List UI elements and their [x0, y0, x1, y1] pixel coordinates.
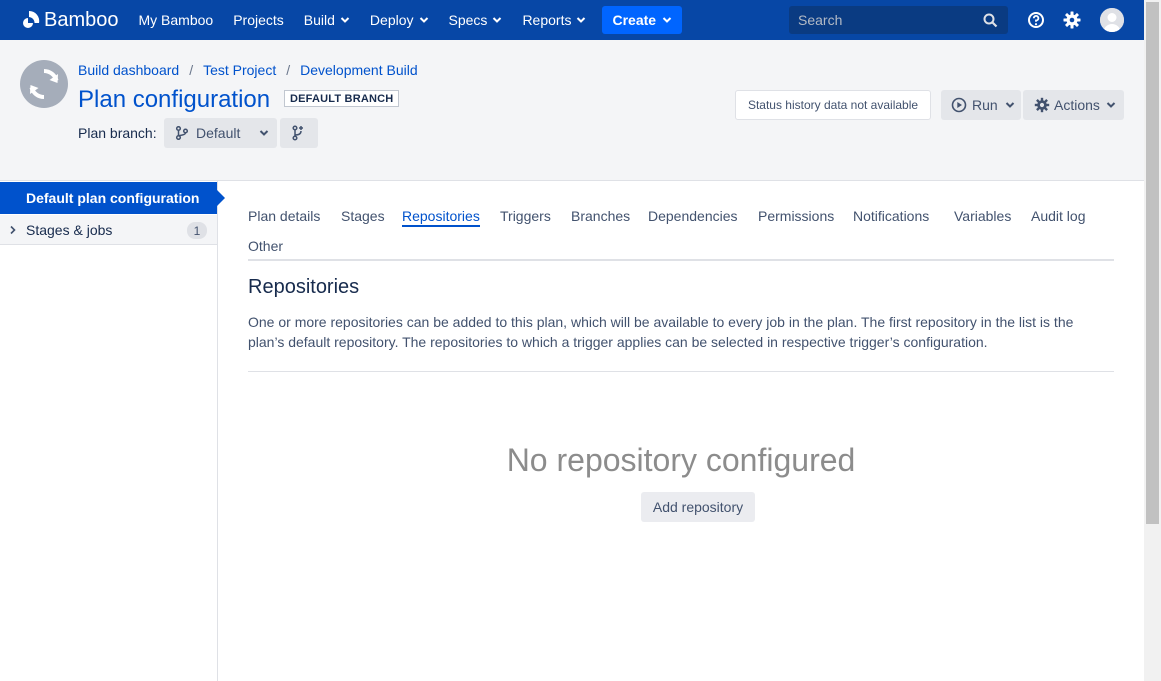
sidebar-item-label: Stages & jobs: [26, 221, 113, 238]
tab-plan-details[interactable]: Plan details: [248, 205, 320, 227]
tab-dependencies[interactable]: Dependencies: [648, 205, 738, 227]
tab-other[interactable]: Other: [248, 235, 283, 257]
chevron-right-icon: [10, 225, 16, 234]
section-title: Repositories: [248, 276, 360, 298]
nav-label: Build: [303, 12, 335, 28]
add-repository-button[interactable]: Add repository: [641, 492, 755, 522]
run-label: Run: [972, 97, 998, 113]
search-input[interactable]: [789, 12, 974, 28]
plan-avatar-icon: [20, 60, 68, 108]
breadcrumb-test-project[interactable]: Test Project: [203, 62, 276, 78]
chevron-down-icon: [577, 17, 586, 23]
plan-branch-select[interactable]: Default: [164, 118, 277, 148]
nav-my-bamboo[interactable]: My Bamboo: [139, 0, 214, 40]
sidebar-item-stages-jobs[interactable]: Stages & jobs 1: [0, 215, 217, 245]
breadcrumb-development-build[interactable]: Development Build: [300, 62, 418, 78]
user-avatar-icon: [1100, 8, 1124, 32]
nav-label: My Bamboo: [138, 12, 214, 28]
tab-variables[interactable]: Variables: [954, 205, 1011, 227]
chevron-down-icon: [340, 17, 350, 23]
gear-icon[interactable]: [1062, 10, 1082, 30]
chevron-down-icon: [419, 17, 428, 23]
nav-projects[interactable]: Projects: [233, 0, 284, 40]
nav-label: Reports: [522, 12, 572, 28]
chevron-down-icon: [1106, 102, 1116, 108]
plan-branch-value: Default: [196, 125, 241, 141]
nav-label: Projects: [233, 12, 284, 28]
tab-branches[interactable]: Branches: [571, 205, 630, 227]
play-icon: [951, 97, 967, 113]
breadcrumb: Build dashboard / Test Project / Develop…: [78, 62, 418, 78]
breadcrumb-build-dashboard[interactable]: Build dashboard: [78, 62, 179, 78]
create-button[interactable]: Create: [602, 6, 683, 34]
chevron-down-icon: [1005, 102, 1014, 108]
tab-triggers[interactable]: Triggers: [500, 205, 551, 227]
user-avatar[interactable]: [1100, 8, 1124, 32]
tab-repositories[interactable]: Repositories: [402, 205, 480, 227]
config-sidebar: Default plan configuration Stages & jobs…: [0, 181, 225, 681]
page-title: Plan configuration: [78, 86, 271, 113]
tab-audit-log[interactable]: Audit log: [1031, 205, 1085, 227]
search-icon[interactable]: [983, 13, 998, 28]
plan-branch-label: Plan branch:: [78, 125, 157, 141]
chevron-down-icon: [662, 17, 672, 23]
sidebar-item-default-plan-configuration[interactable]: Default plan configuration: [0, 182, 225, 214]
actions-button[interactable]: Actions: [1023, 90, 1124, 120]
bamboo-logo[interactable]: Bamboo: [18, 9, 119, 32]
branch-add-icon: [292, 125, 303, 141]
tab-notifications[interactable]: Notifications: [853, 205, 929, 227]
nav-label: Specs: [448, 12, 488, 28]
run-button[interactable]: Run: [941, 90, 1021, 120]
branch-icon: [175, 126, 189, 140]
breadcrumb-separator: /: [189, 62, 194, 78]
top-navigation: Bamboo My Bamboo Projects Build Deploy S…: [0, 0, 1144, 40]
actions-label: Actions: [1054, 97, 1100, 113]
nav-build[interactable]: Build: [304, 0, 350, 40]
logo-text: Bamboo: [44, 8, 119, 31]
page-header: Build dashboard / Test Project / Develop…: [0, 40, 1144, 181]
help-icon[interactable]: [1026, 10, 1046, 30]
bamboo-logo-icon: [23, 10, 40, 28]
status-history-box: Status history data not available: [735, 90, 931, 120]
stages-count-badge: 1: [187, 222, 207, 239]
create-branch-button[interactable]: [280, 118, 318, 148]
nav-specs[interactable]: Specs: [449, 0, 503, 40]
scrollbar-thumb[interactable]: [1146, 2, 1159, 524]
default-branch-badge: DEFAULT BRANCH: [284, 90, 400, 107]
tab-stages[interactable]: Stages: [341, 205, 385, 227]
nav-deploy[interactable]: Deploy: [370, 0, 429, 40]
tab-permissions[interactable]: Permissions: [758, 205, 834, 227]
gear-icon: [1034, 97, 1050, 113]
config-tabs: Plan details Stages Repositories Trigger…: [248, 200, 1114, 261]
vertical-scrollbar[interactable]: [1144, 0, 1161, 681]
section-description: One or more repositories can be added to…: [248, 314, 1074, 350]
nav-reports[interactable]: Reports: [522, 0, 586, 40]
chevron-down-icon: [259, 130, 269, 136]
chevron-down-icon: [493, 17, 502, 23]
nav-label: Deploy: [369, 12, 414, 28]
breadcrumb-separator: /: [286, 62, 291, 78]
create-label: Create: [612, 12, 657, 28]
empty-state-message: No repository configured: [506, 442, 856, 478]
section-divider: [248, 371, 1114, 372]
search-box: [789, 6, 1008, 34]
